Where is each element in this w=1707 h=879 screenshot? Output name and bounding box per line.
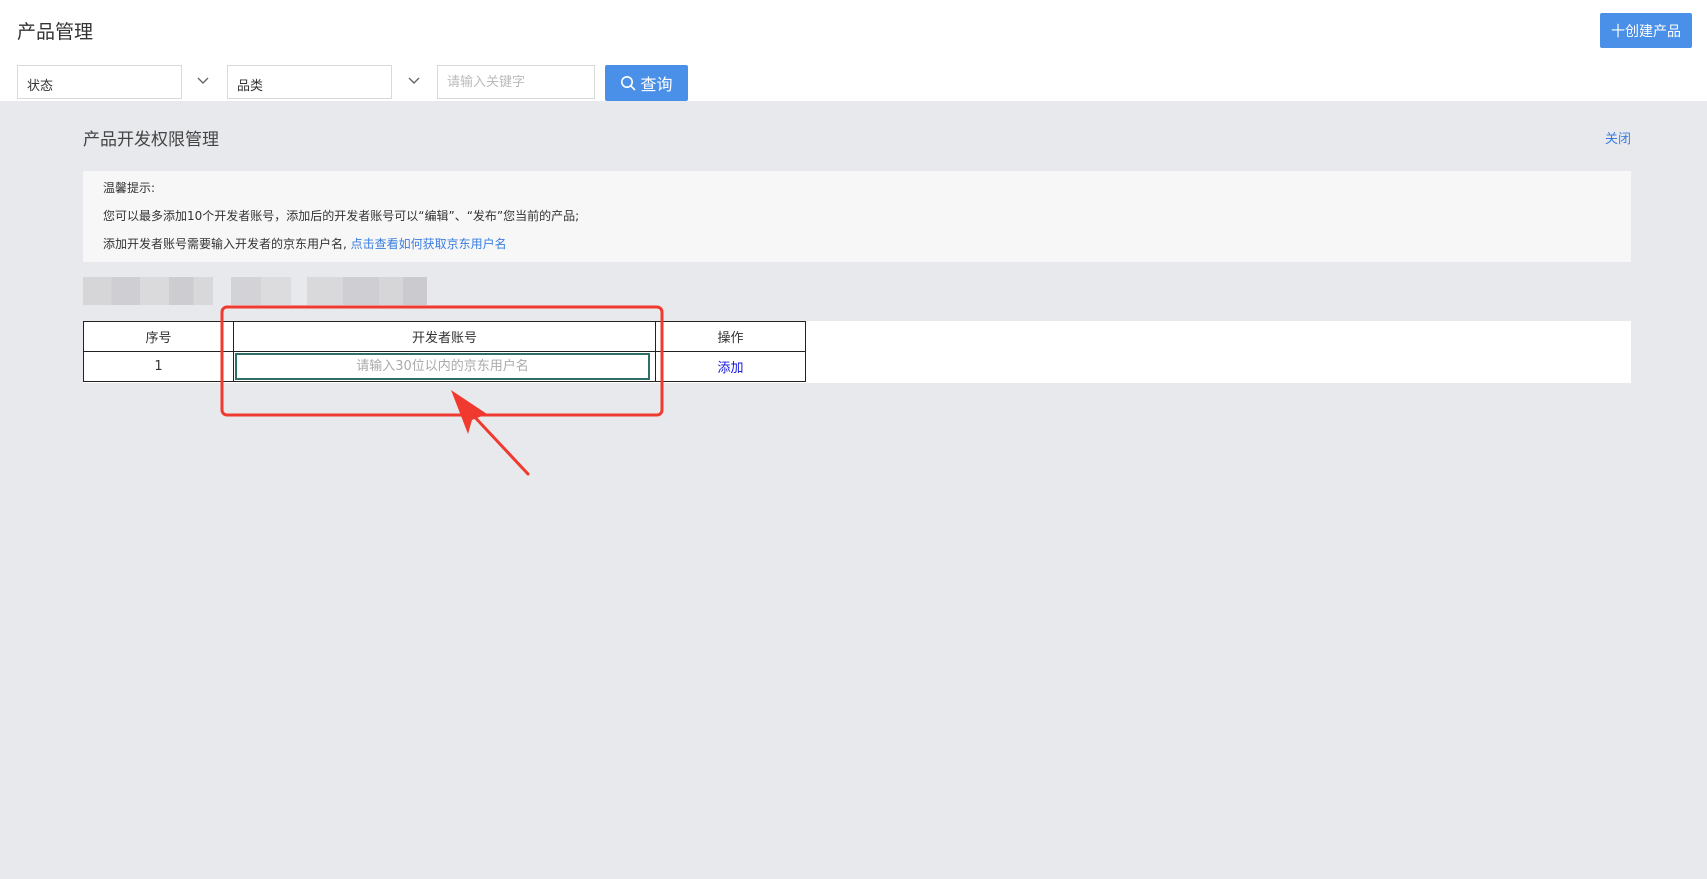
column-header-action: 操作 — [655, 321, 806, 352]
add-developer-link[interactable]: 添加 — [717, 361, 743, 376]
category-select[interactable]: 品类 — [227, 65, 392, 99]
developer-account-input[interactable] — [235, 353, 650, 380]
query-button[interactable]: 查询 — [605, 65, 688, 101]
search-icon — [621, 76, 636, 91]
permission-panel: 产品开发权限管理 关闭 温馨提示: 您可以最多添加10个开发者账号，添加后的开发… — [0, 101, 1707, 879]
status-select-value: 状态 — [27, 79, 54, 94]
panel-title: 产品开发权限管理 — [83, 130, 219, 150]
keyword-search-input[interactable] — [437, 65, 595, 99]
tip-line-1: 您可以最多添加10个开发者账号，添加后的开发者账号可以“编辑”、“发布”您当前的… — [103, 209, 580, 223]
status-select[interactable]: 状态 — [17, 65, 182, 99]
category-select-value: 品类 — [237, 79, 264, 94]
how-to-get-username-link[interactable]: 点击查看如何获取京东用户名 — [351, 237, 507, 251]
query-button-label: 查询 — [640, 75, 673, 94]
column-header-account: 开发者账号 — [233, 321, 656, 352]
page: 产品管理 十创建产品 状态 品类 查询 产品开发权限管理 关闭 温馨提示: 您可… — [0, 0, 1707, 879]
row-index: 1 — [83, 351, 234, 382]
tip-line-2-text: 添加开发者账号需要输入开发者的京东用户名, — [103, 237, 347, 251]
column-header-index: 序号 — [83, 321, 234, 352]
redacted-content — [83, 277, 433, 305]
chevron-down-icon[interactable] — [196, 73, 210, 87]
developer-table: 序号 开发者账号 操作 1 添加 — [83, 321, 806, 382]
tip-box: 温馨提示: 您可以最多添加10个开发者账号，添加后的开发者账号可以“编辑”、“发… — [83, 171, 1631, 262]
action-cell: 添加 — [655, 351, 806, 382]
table-header-row: 序号 开发者账号 操作 — [83, 321, 806, 352]
chevron-down-icon[interactable] — [407, 73, 421, 87]
close-link[interactable]: 关闭 — [1605, 128, 1631, 147]
page-title: 产品管理 — [17, 21, 94, 43]
create-product-button[interactable]: 十创建产品 — [1600, 13, 1692, 48]
tip-heading: 温馨提示: — [103, 181, 156, 195]
table-row: 1 添加 — [83, 351, 806, 382]
account-cell — [233, 351, 656, 382]
tip-line-2: 添加开发者账号需要输入开发者的京东用户名, 点击查看如何获取京东用户名 — [103, 235, 507, 252]
